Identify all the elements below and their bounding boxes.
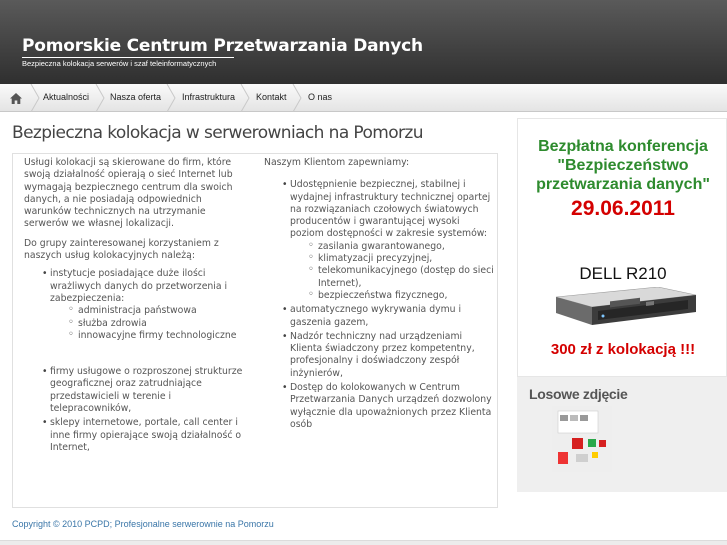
nav-item-aktualnosci[interactable]: Aktualności bbox=[43, 84, 89, 112]
list-item: administracja państwowa bbox=[68, 304, 250, 317]
list-item: służba zdrowia bbox=[68, 317, 250, 330]
target-group-list: instytucje posiadające duże ilości wrażl… bbox=[42, 268, 250, 454]
site-header: Pomorskie Centrum Przetwarzania Danych B… bbox=[0, 0, 727, 84]
home-button[interactable] bbox=[0, 84, 32, 112]
promo-product: DELL R210 bbox=[579, 264, 667, 283]
nav-item-kontakt[interactable]: Kontakt bbox=[256, 84, 287, 112]
list-item: zasilania gwarantowanego, bbox=[308, 240, 496, 253]
benefits-intro: Naszym Klientom zapewniamy: bbox=[264, 157, 410, 168]
sub-list: zasilania gwarantowanego, klimatyzacji p… bbox=[308, 240, 496, 302]
promo-date: 29.06.2011 bbox=[571, 197, 675, 220]
list-item: firmy usługowe o rozproszonej strukturze… bbox=[42, 366, 250, 415]
random-photo-image[interactable] bbox=[552, 406, 612, 472]
nav-item-o-nas[interactable]: O nas bbox=[308, 84, 332, 112]
list-item: innowacyjne firmy technologiczne bbox=[68, 329, 250, 342]
content-right-column: Naszym Klientom zapewniamy: Udostępnieni… bbox=[264, 154, 496, 433]
benefits-list: Udostępnienie bezpiecznej, stabilnej i w… bbox=[282, 179, 496, 431]
footer-copyright[interactable]: Copyright © 2010 PCPD; Profesjonalne ser… bbox=[12, 519, 274, 529]
promo-price: 300 zł z kolokacją !!! bbox=[550, 341, 696, 358]
nav-item-infrastruktura[interactable]: Infrastruktura bbox=[182, 84, 235, 112]
random-photo-title: Losowe zdjęcie bbox=[529, 386, 628, 402]
page-title: Bezpieczna kolokacja w serwerowniach na … bbox=[12, 123, 424, 143]
list-item: Nadzór techniczny nad urządzeniami Klien… bbox=[282, 331, 496, 380]
list-item: instytucje posiadające duże ilości wrażl… bbox=[42, 268, 250, 364]
conference-promo-banner[interactable]: Bezpłatna konferencja "Bezpieczeństwo pr… bbox=[517, 118, 727, 377]
nav-separator bbox=[95, 84, 105, 112]
server-image bbox=[555, 287, 697, 325]
nav-separator bbox=[240, 84, 250, 112]
content-box: Usługi kolokacji są skierowane do firm, … bbox=[12, 153, 498, 508]
promo-line: Bezpłatna konferencja bbox=[538, 138, 708, 155]
sidebar: Bezpłatna konferencja "Bezpieczeństwo pr… bbox=[517, 118, 727, 492]
nav-separator bbox=[292, 84, 302, 112]
sub-list: administracja państwowa służba zdrowia i… bbox=[68, 304, 250, 342]
list-item: sklepy internetowe, portale, call center… bbox=[42, 417, 250, 454]
footer-bar bbox=[0, 540, 727, 545]
list-item: bezpieczeństwa fizycznego, bbox=[308, 289, 496, 302]
nav-item-nasza-oferta[interactable]: Nasza oferta bbox=[110, 84, 161, 112]
target-group-paragraph: Do grupy zainteresowanej korzystaniem z … bbox=[24, 237, 219, 262]
nav-separator bbox=[30, 84, 40, 112]
list-item: Dostęp do kolokowanych w Centrum Przetwa… bbox=[282, 382, 496, 431]
list-item: telekomunikacyjnego (dostęp do sieci Int… bbox=[308, 264, 496, 290]
list-item: automatycznego wykrywania dymu i gaszeni… bbox=[282, 304, 496, 329]
promo-line: przetwarzania danych" bbox=[536, 176, 710, 193]
content-left-column: Usługi kolokacji są skierowane do firm, … bbox=[24, 154, 250, 456]
list-item: klimatyzacji precyzyjnej, bbox=[308, 252, 496, 265]
site-title[interactable]: Pomorskie Centrum Przetwarzania Danych bbox=[22, 36, 423, 56]
intro-paragraph: Usługi kolokacji są skierowane do firm, … bbox=[24, 157, 233, 230]
promo-line: "Bezpieczeństwo bbox=[557, 157, 689, 174]
site-subtitle: Bezpieczna kolokacja serwerów i szaf tel… bbox=[22, 57, 234, 70]
nav-separator bbox=[166, 84, 176, 112]
main-nav: Aktualności Nasza oferta Infrastruktura … bbox=[0, 84, 727, 112]
list-item: Udostępnienie bezpiecznej, stabilnej i w… bbox=[282, 179, 496, 302]
home-icon bbox=[10, 92, 22, 104]
